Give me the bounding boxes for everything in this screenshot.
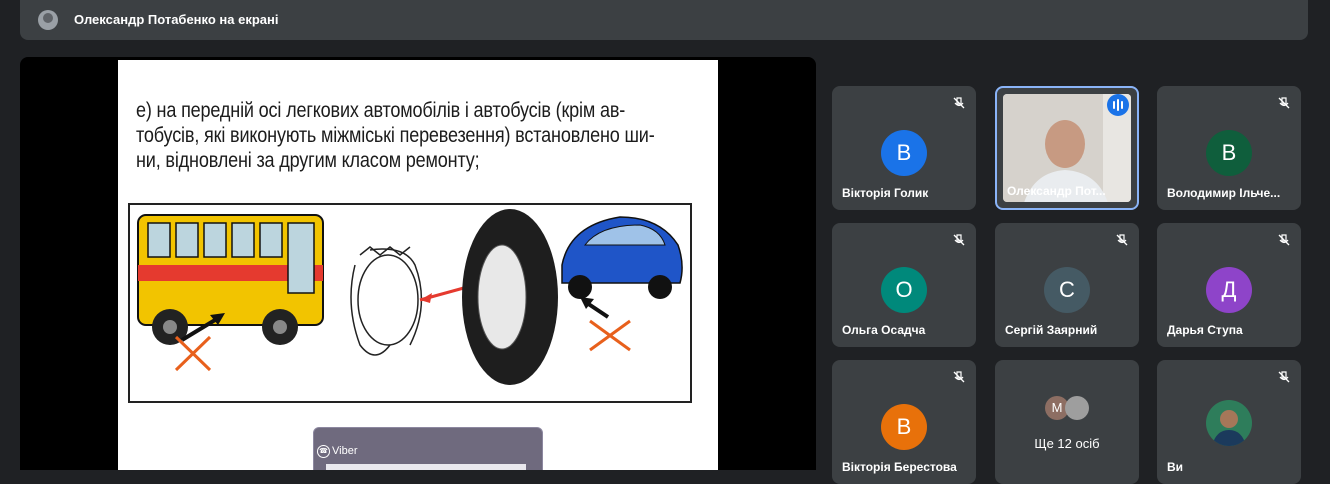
avatar: В bbox=[881, 404, 927, 450]
shared-screen: е) на передній осі легкових автомобілів … bbox=[20, 57, 816, 470]
car-illustration bbox=[561, 216, 683, 352]
participant-tile[interactable]: В Володимир Ільче... bbox=[1157, 86, 1301, 210]
avatar: В bbox=[881, 130, 927, 176]
participant-name: Володимир Ільче... bbox=[1167, 186, 1281, 200]
mic-off-icon bbox=[1278, 371, 1290, 383]
document-line: тобусів, які виконують міжміські перевез… bbox=[136, 124, 655, 147]
participant-name: Вікторія Берестова bbox=[842, 460, 957, 474]
viber-icon: ☎ bbox=[317, 445, 330, 458]
document-page: е) на передній осі легкових автомобілів … bbox=[118, 60, 718, 470]
audio-level-icon bbox=[1107, 94, 1129, 116]
viber-content bbox=[326, 464, 526, 470]
mic-off-icon bbox=[953, 97, 965, 109]
more-participants-tile[interactable]: М Ще 12 осіб bbox=[995, 360, 1139, 484]
mic-off-icon bbox=[1278, 97, 1290, 109]
participant-tile-active-speaker[interactable]: Олександр Пот... bbox=[995, 86, 1139, 210]
self-avatar bbox=[1206, 400, 1252, 446]
document-text: е) на передній осі легкових автомобілів … bbox=[136, 98, 704, 173]
participant-tile[interactable]: В Вікторія Берестова bbox=[832, 360, 976, 484]
document-line: ни, відновлені за другим класом ремонту; bbox=[136, 149, 480, 172]
participant-name: Сергій Заярний bbox=[1005, 323, 1098, 337]
avatar: С bbox=[1044, 267, 1090, 313]
participant-name: Ольга Осадча bbox=[842, 323, 926, 337]
more-participants-label: Ще 12 осіб bbox=[1034, 436, 1100, 451]
tire-illustration bbox=[462, 209, 558, 385]
viber-title: Viber bbox=[332, 445, 358, 457]
illustration bbox=[128, 203, 692, 403]
participant-tile[interactable]: С Сергій Заярний bbox=[995, 223, 1139, 347]
presentation-banner: Олександр Потабенко на екрані bbox=[20, 0, 1308, 40]
participant-name: Олександр Пот... bbox=[1007, 184, 1106, 198]
participant-name: Вікторія Голик bbox=[842, 186, 929, 200]
mic-off-icon bbox=[1116, 234, 1128, 246]
avatar: Д bbox=[1206, 267, 1252, 313]
tire-cross-section bbox=[350, 246, 423, 356]
document-line: е) на передній осі легкових автомобілів … bbox=[136, 99, 626, 122]
mic-off-icon bbox=[1278, 234, 1290, 246]
participant-tile[interactable]: О Ольга Осадча bbox=[832, 223, 976, 347]
bus-illustration bbox=[137, 214, 324, 372]
viber-window[interactable]: ☎ Viber bbox=[313, 427, 543, 470]
presenter-label: Олександр Потабенко на екрані bbox=[74, 12, 279, 27]
avatar: О bbox=[881, 267, 927, 313]
participant-name: Ви bbox=[1167, 460, 1184, 474]
participant-name: Дарья Ступа bbox=[1167, 323, 1243, 337]
avatar: В bbox=[1206, 130, 1252, 176]
mic-off-icon bbox=[953, 371, 965, 383]
participant-tile[interactable]: Д Дарья Ступа bbox=[1157, 223, 1301, 347]
self-tile[interactable]: Ви bbox=[1157, 360, 1301, 484]
presenter-avatar bbox=[38, 10, 58, 30]
participant-tile[interactable]: В Вікторія Голик bbox=[832, 86, 976, 210]
mic-off-icon bbox=[953, 234, 965, 246]
avatar bbox=[1065, 396, 1089, 420]
